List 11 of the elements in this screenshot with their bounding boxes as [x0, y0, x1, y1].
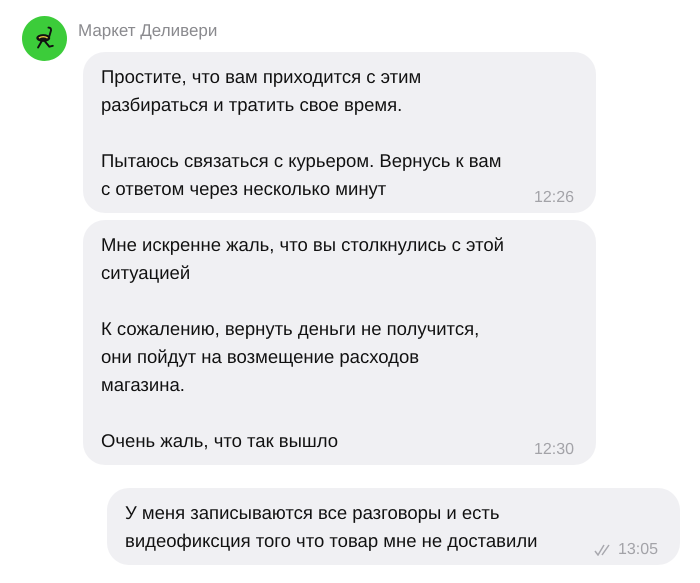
message-text: Простите, что вам приходится с этим разбираться и тратить свое время.	[101, 65, 422, 117]
message-text: К сожалению, вернуть деньги не получится, они пойдут на возмещение расходов магазина.	[101, 317, 480, 397]
message-time: 12:30	[534, 441, 574, 459]
message-time: 12:26	[534, 189, 574, 207]
avatar[interactable]	[22, 16, 67, 60]
message-text: Мне искренне жаль, что вы столкнулись с этой ситуацией	[101, 233, 505, 285]
message-time: 13:05	[618, 541, 658, 559]
message-text: Пытаюсь связаться с курьером. Вернусь к вам с ответом через несколько минут	[101, 149, 502, 201]
message-text: Очень жаль, что так вышло	[101, 429, 338, 453]
contact-name: Маркет Деливери	[78, 21, 218, 41]
message-text: У меня записываются все разговоры и есть видеофиксция того что товар мне не доставили	[125, 501, 538, 553]
